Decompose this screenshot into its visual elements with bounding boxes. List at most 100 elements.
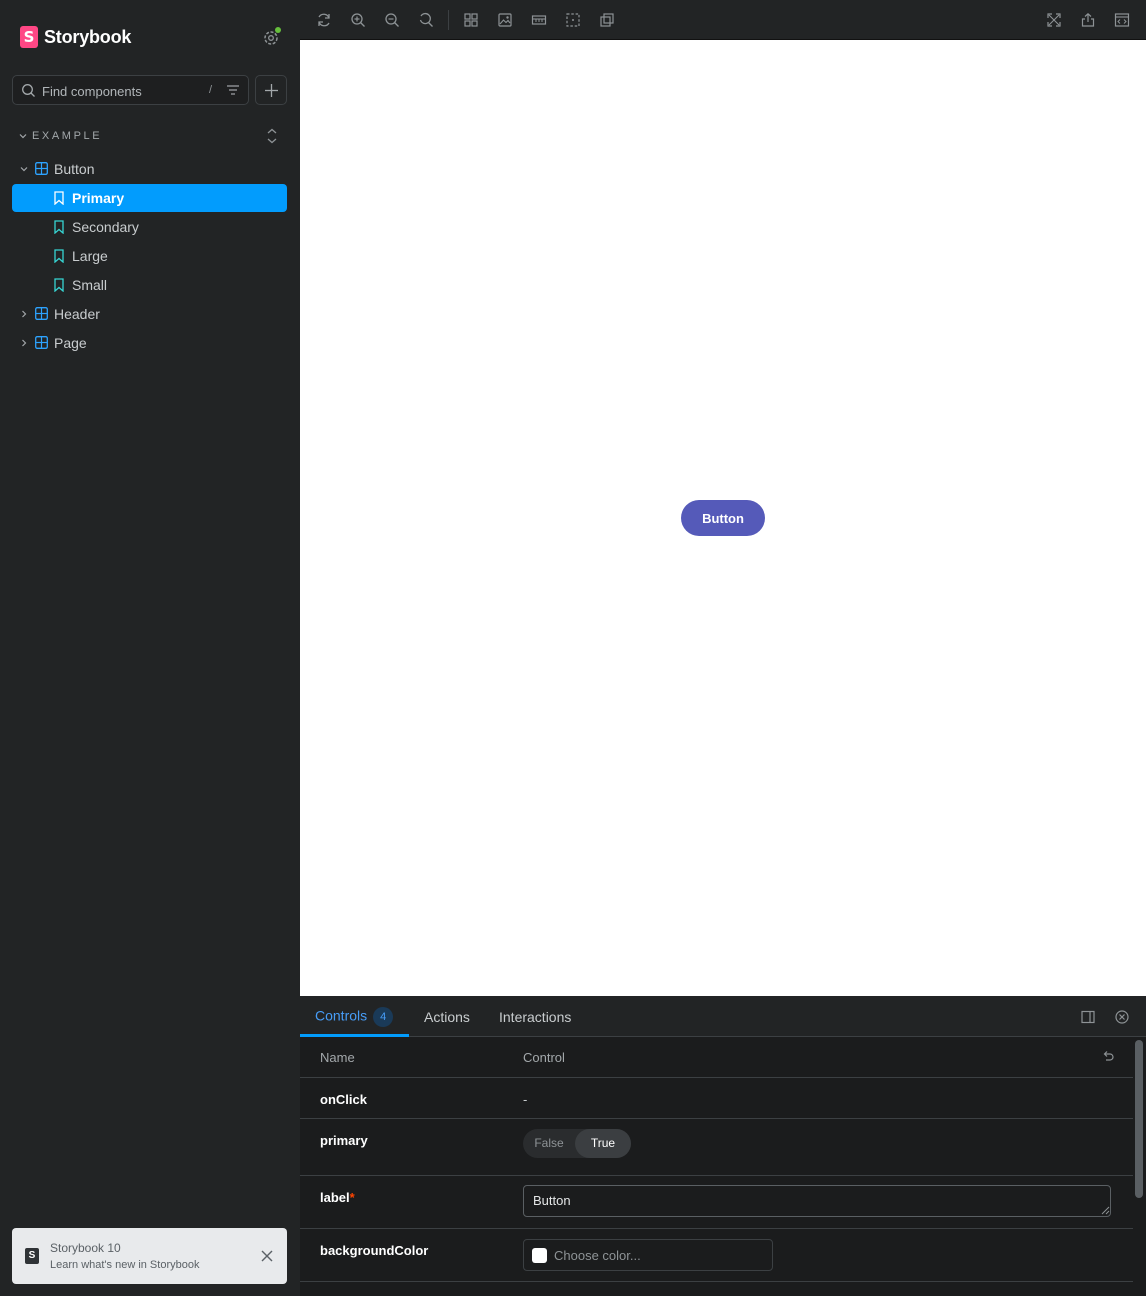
controls-header-row: Name Control bbox=[300, 1037, 1133, 1078]
background-color-picker[interactable]: Choose color... bbox=[523, 1239, 773, 1271]
component-icon bbox=[35, 162, 48, 175]
chevron-right-icon[interactable] bbox=[19, 338, 29, 348]
tab-label: Controls bbox=[315, 1007, 368, 1024]
sync-icon bbox=[318, 13, 330, 27]
storybook-logo-icon: S bbox=[25, 1248, 39, 1264]
tree-item-header[interactable]: Header bbox=[12, 300, 287, 328]
notification-title: Storybook 10 bbox=[50, 1241, 121, 1255]
remount-button[interactable] bbox=[316, 12, 332, 28]
outline-icon bbox=[566, 13, 580, 27]
zoom-out-button[interactable] bbox=[384, 12, 400, 28]
panel-orientation-button[interactable] bbox=[1080, 1009, 1096, 1025]
control-name: onClick bbox=[320, 1092, 367, 1107]
tree-item-primary[interactable]: Primary bbox=[12, 184, 287, 212]
storybook-brand[interactable]: S Storybook bbox=[20, 25, 131, 49]
tree-item-label: Header bbox=[54, 306, 100, 322]
panel-scrollbar[interactable] bbox=[1135, 1040, 1143, 1198]
toolbar-divider bbox=[448, 10, 449, 30]
tree-item-small[interactable]: Small bbox=[12, 271, 287, 299]
sidebar: S Storybook / EXAMPLE bbox=[0, 0, 300, 1296]
control-value: - bbox=[523, 1092, 528, 1107]
plus-icon bbox=[265, 84, 278, 97]
zoom-in-icon bbox=[351, 13, 365, 27]
settings-button[interactable] bbox=[262, 27, 281, 47]
control-name: label* bbox=[320, 1190, 355, 1205]
tab-interactions[interactable]: Interactions bbox=[499, 1009, 571, 1025]
bookmark-icon bbox=[54, 249, 64, 263]
primary-boolean-toggle[interactable]: False True bbox=[523, 1129, 631, 1158]
expand-collapse-all-button[interactable] bbox=[264, 127, 280, 145]
addon-tabs: Controls 4 Actions Interactions bbox=[300, 996, 1146, 1037]
control-row-label: label* bbox=[300, 1176, 1133, 1229]
brand-name: Storybook bbox=[44, 26, 132, 47]
search-input[interactable] bbox=[42, 82, 207, 100]
measure-button[interactable] bbox=[599, 12, 615, 28]
toggle-option-false[interactable]: False bbox=[523, 1129, 575, 1158]
filter-icon[interactable] bbox=[226, 83, 240, 97]
close-circle-icon bbox=[1115, 1010, 1129, 1024]
tab-actions[interactable]: Actions bbox=[424, 1009, 470, 1025]
control-name: primary bbox=[320, 1133, 368, 1148]
zoom-reset-button[interactable] bbox=[418, 12, 434, 28]
chevron-down-icon[interactable] bbox=[19, 164, 29, 174]
expand-icon bbox=[1047, 13, 1061, 27]
required-marker: * bbox=[349, 1190, 355, 1205]
background-button[interactable] bbox=[497, 12, 513, 28]
tree-item-large[interactable]: Large bbox=[12, 242, 287, 270]
preview-toolbar bbox=[300, 0, 1146, 40]
primary-story-button[interactable]: Button bbox=[681, 500, 765, 536]
chevron-right-icon[interactable] bbox=[19, 309, 29, 319]
close-panel-button[interactable] bbox=[1114, 1009, 1130, 1025]
addon-panel: Controls 4 Actions Interactions Name Cont… bbox=[300, 996, 1146, 1296]
tree-item-button[interactable]: Button bbox=[12, 155, 287, 183]
toggle-option-true[interactable]: True bbox=[575, 1129, 631, 1158]
control-row-onclick: onClick - bbox=[300, 1078, 1133, 1119]
transparency-icon bbox=[600, 13, 614, 27]
fullscreen-button[interactable] bbox=[1046, 12, 1062, 28]
chevron-down-icon bbox=[19, 134, 27, 139]
tree-item-label: Primary bbox=[72, 190, 125, 206]
bookmark-icon bbox=[54, 191, 64, 205]
resize-handle-icon[interactable] bbox=[1101, 1206, 1110, 1215]
zoom-reset-icon bbox=[419, 12, 433, 27]
search-box[interactable]: / bbox=[12, 75, 249, 105]
viewport-button[interactable] bbox=[531, 12, 547, 28]
column-header-control: Control bbox=[523, 1050, 565, 1065]
share-button[interactable] bbox=[1080, 12, 1096, 28]
notification-subtitle: Learn what's new in Storybook bbox=[50, 1259, 200, 1271]
reset-controls-button[interactable] bbox=[1101, 1049, 1115, 1063]
component-icon bbox=[35, 307, 48, 320]
grid-toggle-button[interactable] bbox=[463, 12, 479, 28]
grid-icon bbox=[464, 13, 478, 27]
photo-icon bbox=[498, 13, 512, 27]
zoom-out-icon bbox=[385, 13, 399, 27]
editor-icon bbox=[1114, 13, 1130, 27]
open-in-editor-button[interactable] bbox=[1114, 12, 1130, 28]
component-icon bbox=[35, 336, 48, 349]
tree-item-label: Button bbox=[54, 161, 95, 177]
controls-count-badge: 4 bbox=[373, 1007, 394, 1027]
search-shortcut-hint: / bbox=[209, 84, 213, 96]
label-text-field[interactable] bbox=[523, 1185, 1111, 1217]
notification-close-button[interactable] bbox=[260, 1249, 274, 1263]
tree-item-page[interactable]: Page bbox=[12, 329, 287, 357]
tree-item-label: Small bbox=[72, 277, 108, 293]
outline-toggle-button[interactable] bbox=[565, 12, 581, 28]
whats-new-notification[interactable]: S Storybook 10 Learn what's new in Story… bbox=[12, 1228, 287, 1284]
section-label: EXAMPLE bbox=[32, 130, 103, 142]
section-header-example[interactable]: EXAMPLE bbox=[18, 128, 102, 144]
tree-item-secondary[interactable]: Secondary bbox=[12, 213, 287, 241]
storybook-logo-icon: S bbox=[20, 26, 38, 48]
ruler-icon bbox=[531, 15, 547, 25]
color-placeholder: Choose color... bbox=[554, 1248, 641, 1263]
control-row-primary: primary False True bbox=[300, 1119, 1133, 1176]
color-swatch[interactable] bbox=[532, 1248, 547, 1263]
zoom-in-button[interactable] bbox=[350, 12, 366, 28]
tree-item-label: Page bbox=[54, 335, 87, 351]
tree-item-label: Large bbox=[72, 248, 108, 264]
control-row-backgroundcolor: backgroundColor Choose color... bbox=[300, 1229, 1133, 1282]
tab-controls[interactable]: Controls 4 bbox=[315, 1007, 394, 1027]
create-story-button[interactable] bbox=[255, 75, 287, 105]
column-header-name: Name bbox=[320, 1050, 355, 1065]
bookmark-icon bbox=[54, 220, 64, 234]
